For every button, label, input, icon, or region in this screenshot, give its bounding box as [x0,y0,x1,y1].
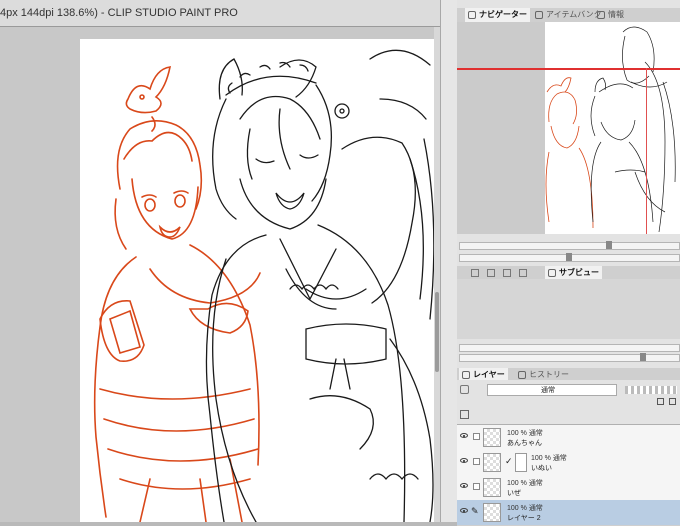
layer-row-selected[interactable]: ✎ 100 % 通常 レイヤー 2 [457,500,680,526]
layer-toolbar: 通常 [457,380,680,425]
navigator-zoom-slider[interactable] [459,241,680,250]
right-panel-dock: ナビゲーター アイテムバンク 情報 サブビュー レイヤー ヒストリー 通常 10… [457,0,680,526]
navigator-preview[interactable] [457,22,680,234]
artwork-illustration [93,49,435,522]
scrollbar-thumb[interactable] [435,292,439,372]
subview-slider-1[interactable] [459,344,680,352]
layer-checkbox[interactable] [473,433,480,440]
item-bank-icon [535,11,543,19]
tab-layer-label: レイヤー [473,370,505,379]
blend-mode-value: 通常 [541,387,555,394]
blend-mode-select[interactable]: 通常 [487,384,617,396]
layer-list: 100 % 通常 あんちゃん ✓ 100 % 通常 いぬい 100 % 通常 い… [457,425,680,526]
layer-thumbnail [483,428,501,447]
layer-grid-icon[interactable] [460,410,469,419]
rotate-slider-knob[interactable] [566,253,572,261]
subview-slider-2[interactable] [459,353,680,362]
eye-icon[interactable] [460,483,468,488]
window-title-bar: 4px 144dpi 138.6%) - CLIP STUDIO PAINT P… [0,0,445,27]
navigator-tabbar: ナビゲーター アイテムバンク 情報 [457,8,680,23]
layer-row[interactable]: 100 % 通常 あんちゃん [457,425,680,451]
reference-layer-icon[interactable] [669,398,676,405]
navigator-paper-thumbnail [545,22,680,234]
eye-icon[interactable] [460,508,468,513]
subview-area[interactable] [457,279,680,339]
lock-transparent-icon[interactable] [657,398,664,405]
layer-row[interactable]: ✓ 100 % 通常 いぬい [457,450,680,476]
checkmark-icon: ✓ [505,456,513,466]
fit-view-icon[interactable] [503,269,511,277]
zoom-out-icon[interactable] [487,269,495,277]
layer-property-icon[interactable] [460,385,469,394]
eye-icon[interactable] [460,458,468,463]
layer-name: あんちゃん [507,440,542,447]
subview-icon [548,269,556,277]
layer-name: いぜ [507,490,521,497]
layer-thumbnail [483,503,501,522]
tab-navigator[interactable]: ナビゲーター [465,8,530,22]
navigator-view-frame-side[interactable] [646,68,647,234]
navigator-artwork [545,26,676,233]
layer-opacity-mode: 100 % 通常 [507,480,543,487]
opacity-slider[interactable] [625,386,677,394]
layer-row[interactable]: 100 % 通常 いぜ [457,475,680,501]
zoom-slider-knob[interactable] [606,241,612,249]
orange-sketch-character [93,66,261,522]
canvas-area[interactable] [0,27,440,522]
zoom-in-icon[interactable] [471,269,479,277]
layer-opacity-mode: 100 % 通常 [507,430,543,437]
panel-divider[interactable] [440,0,458,522]
layer-opacity-mode: 100 % 通常 [531,455,567,462]
tab-info-label: 情報 [608,10,624,19]
pen-icon: ✎ [471,506,479,516]
layer-mask-thumbnail [515,453,527,472]
window-title: 4px 144dpi 138.6%) - CLIP STUDIO PAINT P… [0,7,238,19]
flip-icon[interactable] [519,269,527,277]
navigator-icon [468,11,476,19]
tab-subview-label: サブビュー [559,268,599,277]
layer-opacity-mode: 100 % 通常 [507,505,543,512]
layer-checkbox[interactable] [473,458,480,465]
layer-thumbnail [483,478,501,497]
info-icon [597,11,605,19]
tab-history-label: ヒストリー [529,370,569,379]
tab-info[interactable]: 情報 [594,8,627,22]
drawing-paper[interactable] [80,39,440,522]
layer-name: いぬい [531,465,552,472]
black-lineart-character [205,49,435,522]
subview-slider-knob[interactable] [640,353,646,361]
navigator-rotate-slider[interactable] [459,253,680,262]
history-icon [518,371,526,379]
eye-icon[interactable] [460,433,468,438]
layer-icon [462,371,470,379]
layer-checkbox[interactable] [473,483,480,490]
layer-thumbnail [483,453,501,472]
tab-subview[interactable]: サブビュー [545,266,602,280]
tab-navigator-label: ナビゲーター [479,10,527,19]
